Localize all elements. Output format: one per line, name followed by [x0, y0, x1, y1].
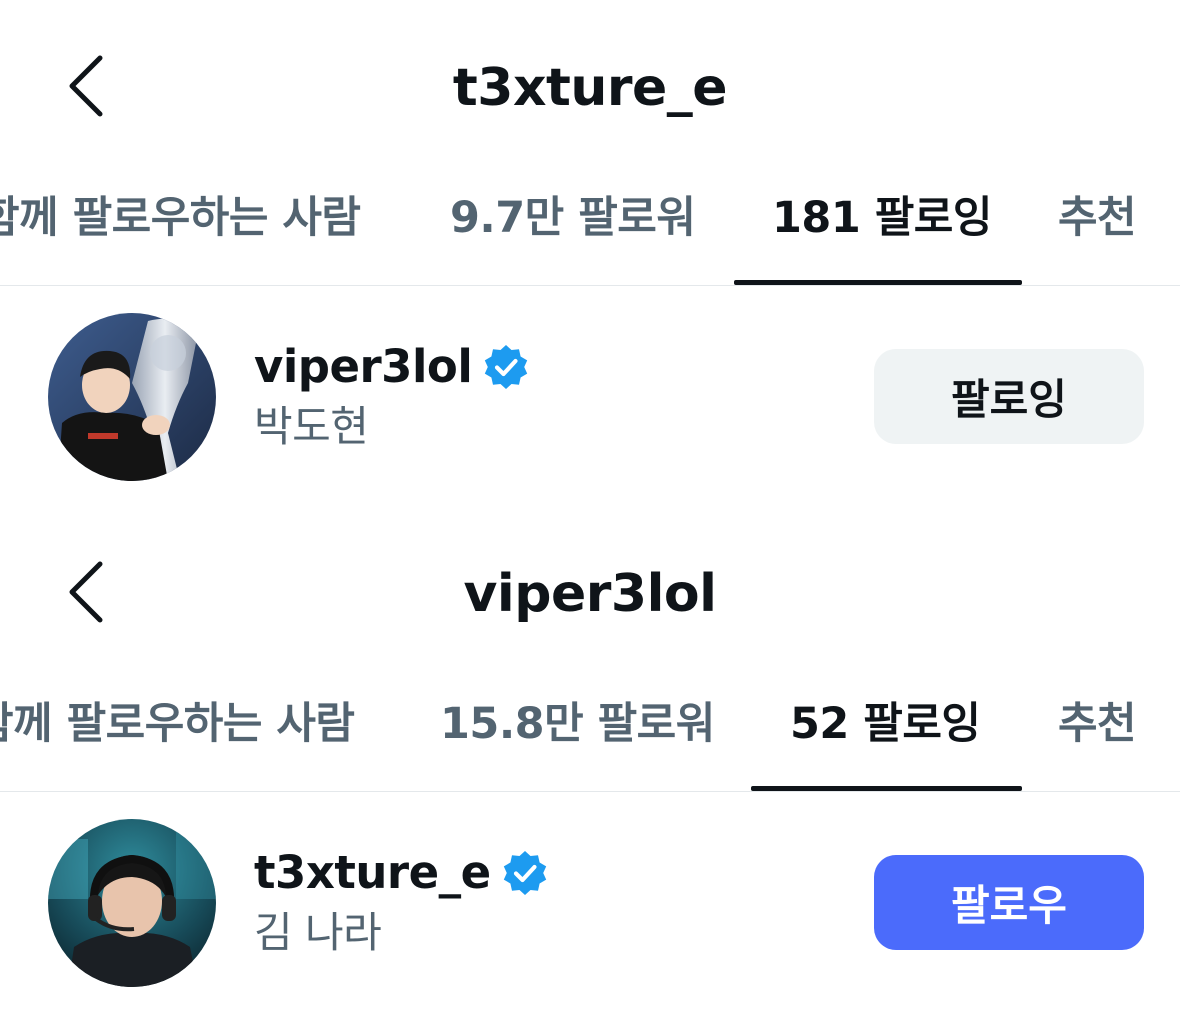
tab-followers[interactable]: 9.7만 팔로워 [450, 188, 696, 248]
tab-divider [0, 285, 1180, 286]
tab-recommended[interactable]: 추천 [1058, 188, 1137, 248]
avatar[interactable] [48, 819, 216, 987]
tab-recommended[interactable]: 추천 [1058, 694, 1137, 754]
verified-badge-icon [503, 851, 546, 895]
profile-panel-2: viper3lol 함께 팔로우하는 사람 15.8만 팔로워 52 팔로잉 추… [0, 506, 1180, 1012]
tab-following[interactable]: 181 팔로잉 [772, 188, 992, 248]
following-button[interactable]: 팔로잉 [874, 349, 1144, 444]
follow-button[interactable]: 팔로우 [874, 855, 1144, 950]
tab-mutual-followers[interactable]: 함께 팔로우하는 사람 [0, 694, 355, 754]
verified-badge-icon [485, 345, 528, 389]
user-display-name: 박도현 [254, 402, 369, 451]
tab-followers[interactable]: 15.8만 팔로워 [440, 694, 715, 754]
tab-divider [0, 791, 1180, 792]
page-title: t3xture_e [452, 58, 728, 118]
profile-panel-1: t3xture_e 함께 팔로우하는 사람 9.7만 팔로워 181 팔로잉 추… [0, 0, 1180, 506]
user-display-name: 김 나라 [254, 908, 382, 957]
tab-mutual-followers[interactable]: 함께 팔로우하는 사람 [0, 188, 361, 248]
avatar[interactable] [48, 313, 216, 481]
user-handle[interactable]: viper3lol [254, 340, 530, 394]
tab-following[interactable]: 52 팔로잉 [790, 694, 981, 754]
user-handle-text: viper3lol [254, 340, 473, 393]
page-title: viper3lol [463, 564, 717, 624]
user-handle[interactable]: t3xture_e [254, 846, 549, 900]
user-handle-text: t3xture_e [254, 846, 491, 899]
